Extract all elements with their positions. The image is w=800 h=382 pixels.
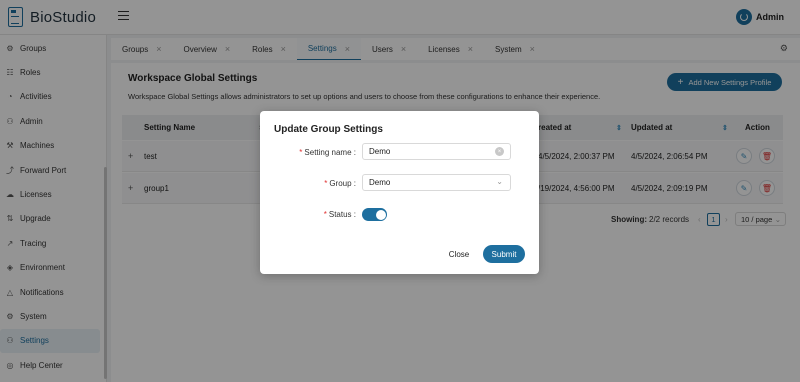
select-value: Demo: [369, 178, 391, 187]
group-select[interactable]: Demo ⌄: [362, 174, 511, 191]
toggle-knob: [375, 209, 386, 220]
clear-icon[interactable]: ×: [495, 147, 504, 156]
close-button[interactable]: Close: [441, 245, 477, 263]
dialog-title: Update Group Settings: [274, 124, 383, 135]
submit-button[interactable]: Submit: [483, 245, 525, 263]
status-toggle[interactable]: [362, 208, 387, 221]
chevron-down-icon: ⌄: [496, 177, 503, 186]
setting-name-input[interactable]: Demo ×: [362, 143, 511, 160]
input-value: Demo: [369, 147, 391, 156]
group-label: * Group :: [324, 179, 356, 188]
status-label: * Status :: [323, 210, 356, 219]
update-group-settings-dialog: Update Group Settings * Setting name : De…: [260, 111, 539, 274]
setting-name-label: * Setting name :: [299, 148, 356, 157]
